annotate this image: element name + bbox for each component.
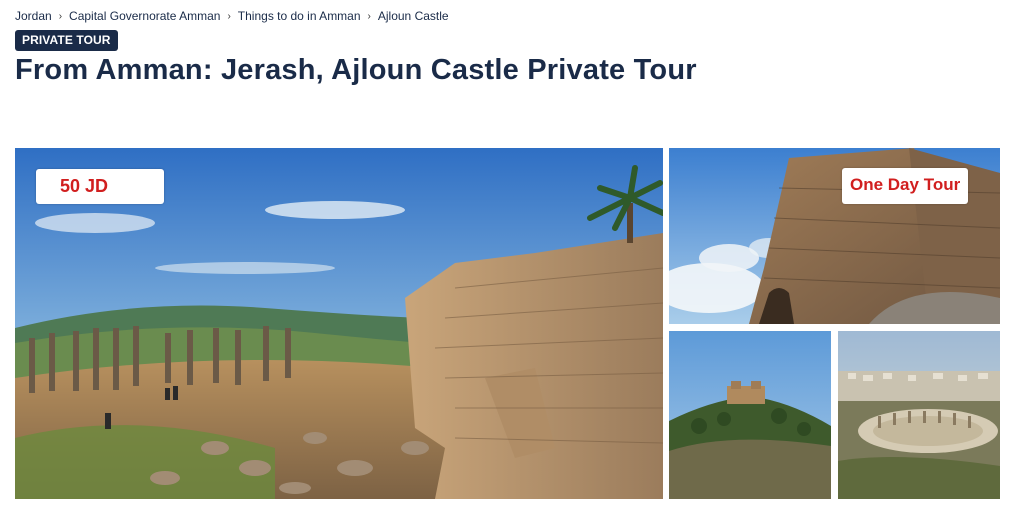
gallery-main-image[interactable]: 50 JD	[15, 148, 663, 499]
jerash-oval-plaza-photo	[838, 331, 1000, 499]
breadcrumb-item-jordan[interactable]: Jordan	[15, 9, 52, 23]
price-overlay: 50 JD	[36, 169, 164, 204]
chevron-right-icon: ›	[58, 10, 63, 22]
breadcrumb-item-ajloun-castle[interactable]: Ajloun Castle	[378, 9, 449, 23]
gallery-side-image-3[interactable]	[838, 331, 1000, 499]
breadcrumb: Jordan › Capital Governorate Amman › Thi…	[15, 9, 449, 23]
chevron-right-icon: ›	[227, 10, 231, 22]
castle-on-hill-photo	[669, 331, 831, 499]
one-day-tour-overlay: One Day Tour	[842, 168, 969, 204]
breadcrumb-item-things-to-do[interactable]: Things to do in Amman	[238, 9, 361, 23]
gallery-side-image-2[interactable]	[669, 331, 831, 499]
breadcrumb-item-capital-governorate[interactable]: Capital Governorate Amman	[69, 9, 220, 23]
chevron-right-icon: ›	[367, 10, 371, 22]
page-title: From Amman: Jerash, Ajloun Castle Privat…	[15, 54, 697, 86]
private-tour-badge: PRIVATE TOUR	[15, 30, 118, 51]
gallery-side-image-1[interactable]: One Day Tour	[669, 148, 1000, 324]
